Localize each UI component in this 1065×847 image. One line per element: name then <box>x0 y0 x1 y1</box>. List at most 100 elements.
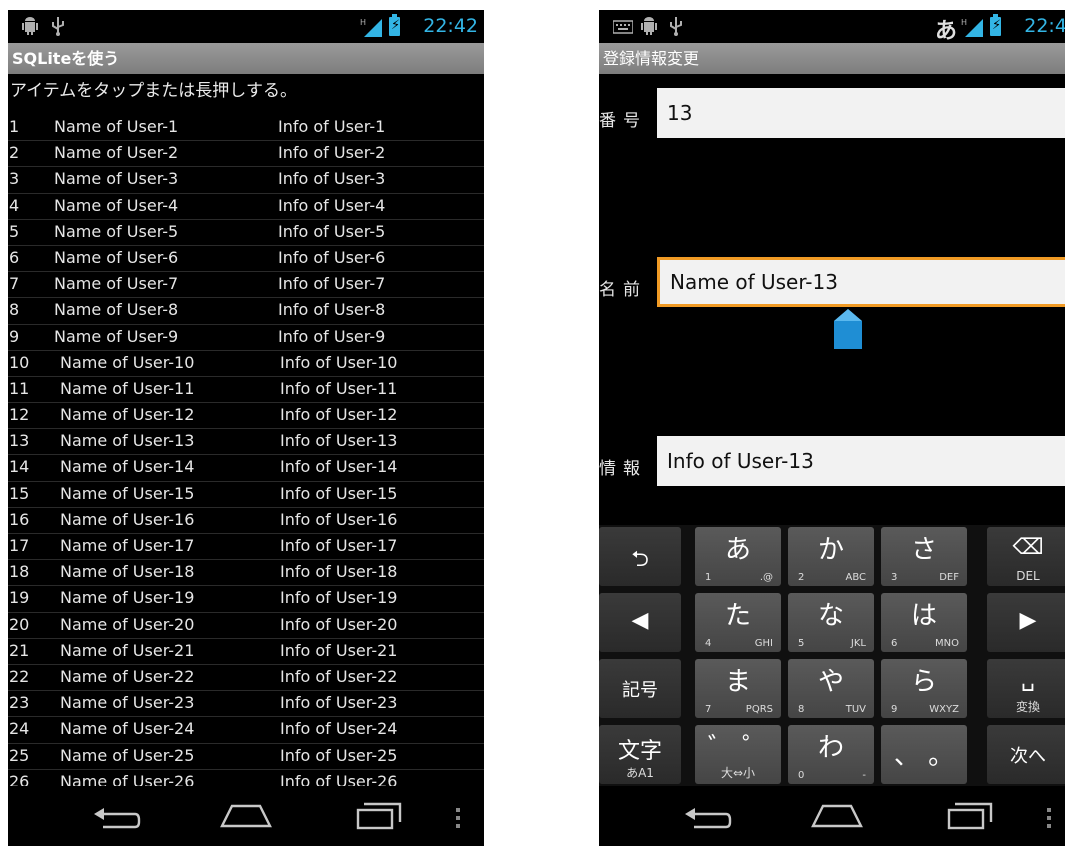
row-info: Info of User-21 <box>280 640 398 660</box>
app-title: SQLiteを使う <box>8 43 484 74</box>
key-na[interactable]: な 5 JKL <box>788 593 874 652</box>
list-item[interactable]: 14 Name of User-14 Info of User-14 <box>8 455 484 482</box>
row-info: Info of User-16 <box>280 509 398 529</box>
list-item[interactable]: 8 Name of User-8 Info of User-8 <box>8 298 484 325</box>
list-item[interactable]: 16 Name of User-16 Info of User-16 <box>8 508 484 534</box>
key-main: は <box>910 601 937 631</box>
back-icon[interactable] <box>91 800 141 836</box>
row-name: Name of User-8 <box>54 300 179 320</box>
row-info: Info of User-24 <box>280 719 398 739</box>
list-item[interactable]: 24 Name of User-24 Info of User-24 <box>8 717 484 744</box>
key-digit: 7 <box>705 704 712 715</box>
key-sa[interactable]: さ 3 DEF <box>881 527 967 586</box>
row-number: 17 <box>9 536 30 555</box>
key-label: 記号 <box>622 679 658 701</box>
key-ha[interactable]: は 6 MNO <box>881 593 967 652</box>
row-info: Info of User-9 <box>278 326 386 346</box>
list-item[interactable]: 10 Name of User-10 Info of User-10 <box>8 351 484 377</box>
list-item[interactable]: 2 Name of User-2 Info of User-2 <box>8 141 484 168</box>
row-name: Name of User-9 <box>54 326 179 346</box>
list-item[interactable]: 6 Name of User-6 Info of User-6 <box>8 246 484 273</box>
list-item[interactable]: 1 Name of User-1 Info of User-1 <box>8 115 484 142</box>
punctuation-key[interactable]: 、 。 <box>881 725 967 784</box>
key-letters: ABC <box>845 572 866 583</box>
key-label: 次へ <box>1010 745 1046 767</box>
ime-indicator: あ <box>934 19 957 44</box>
symbol-key[interactable]: 記号 <box>599 659 681 718</box>
recents-icon[interactable] <box>947 800 993 836</box>
home-icon[interactable] <box>811 800 863 836</box>
key-ya[interactable]: や 8 TUV <box>788 659 874 718</box>
key-digit: 3 <box>891 572 898 583</box>
row-info: Info of User-20 <box>280 614 398 634</box>
usb-icon <box>669 16 683 41</box>
text-cursor-handle[interactable] <box>832 309 864 349</box>
row-info: Info of User-19 <box>280 588 398 608</box>
list-item[interactable]: 9 Name of User-9 Info of User-9 <box>8 325 484 351</box>
recents-icon[interactable] <box>356 800 402 836</box>
undo-key[interactable]: ⮌ <box>599 527 681 586</box>
key-ra[interactable]: ら 9 WXYZ <box>881 659 967 718</box>
name-field[interactable]: Name of User-13 <box>657 257 1065 307</box>
list-item[interactable]: 19 Name of User-19 Info of User-19 <box>8 586 484 613</box>
next-key[interactable]: 次へ <box>987 725 1065 784</box>
list-item[interactable]: 23 Name of User-23 Info of User-23 <box>8 691 484 718</box>
key-sub: DEL <box>1016 569 1040 583</box>
row-name: Name of User-19 <box>60 588 195 608</box>
list-item[interactable]: 13 Name of User-13 Info of User-13 <box>8 429 484 456</box>
usb-icon <box>51 16 65 41</box>
list-item[interactable]: 25 Name of User-25 Info of User-25 <box>8 744 484 770</box>
list-item[interactable]: 3 Name of User-3 Info of User-3 <box>8 167 484 194</box>
row-info: Info of User-8 <box>278 300 386 320</box>
row-number: 20 <box>9 614 30 634</box>
row-number: 24 <box>9 719 30 739</box>
home-icon[interactable] <box>220 800 272 836</box>
info-label: 情報 <box>599 459 647 479</box>
info-field[interactable]: Info of User-13 <box>657 436 1065 486</box>
row-info: Info of User-13 <box>280 431 398 451</box>
list-item[interactable]: 20 Name of User-20 Info of User-20 <box>8 613 484 639</box>
list-item[interactable]: 15 Name of User-15 Info of User-15 <box>8 482 484 508</box>
row-info: Info of User-15 <box>280 483 398 503</box>
list-item[interactable]: 5 Name of User-5 Info of User-5 <box>8 220 484 246</box>
key-a[interactable]: あ 1 .@ <box>695 527 781 586</box>
key-main: ▶ <box>1019 608 1037 633</box>
mode-key[interactable]: 文字 あA1 <box>599 725 681 784</box>
list-item[interactable]: 17 Name of User-17 Info of User-17 <box>8 534 484 561</box>
list-item[interactable]: 21 Name of User-21 Info of User-21 <box>8 639 484 665</box>
row-name: Name of User-13 <box>60 431 195 451</box>
key-ma[interactable]: ま 7 PQRS <box>695 659 781 718</box>
list-item[interactable]: 22 Name of User-22 Info of User-22 <box>8 665 484 692</box>
row-name: Name of User-14 <box>60 457 195 477</box>
cursor-left-key[interactable]: ◀ <box>599 593 681 652</box>
row-info: Info of User-4 <box>278 195 386 215</box>
row-number: 6 <box>9 247 20 267</box>
key-main: わ <box>817 733 844 763</box>
list-item[interactable]: 12 Name of User-12 Info of User-12 <box>8 403 484 430</box>
key-wa[interactable]: わ 0 - <box>788 725 874 784</box>
svg-text:H: H <box>360 18 366 27</box>
key-main: ␣ <box>1021 667 1035 692</box>
dakuten-key[interactable]: ゛ ゜大⇔小 <box>695 725 781 784</box>
row-info: Info of User-17 <box>280 536 398 555</box>
delete-key[interactable]: ⌫ DEL <box>987 527 1065 586</box>
list-item[interactable]: 4 Name of User-4 Info of User-4 <box>8 194 484 220</box>
row-name: Name of User-17 <box>60 536 195 555</box>
convert-key[interactable]: ␣ 変換 <box>987 659 1065 718</box>
instruction-text: アイテムをタップまたは長押しする。 <box>10 81 297 101</box>
list-item[interactable]: 7 Name of User-7 Info of User-7 <box>8 272 484 299</box>
key-digit: 8 <box>798 704 805 715</box>
software-keyboard: ⮌ あ 1 .@ か 2 ABC さ 3 DEF ⌫ DEL ◀ た 4 GHI な 5 JKL は 6 MNO ▶ 記号 ま 7… <box>599 525 1065 789</box>
back-icon[interactable] <box>682 800 732 836</box>
key-ta[interactable]: た 4 GHI <box>695 593 781 652</box>
overflow-menu-icon[interactable] <box>1047 808 1051 832</box>
row-info: Info of User-6 <box>278 247 386 267</box>
list-item[interactable]: 18 Name of User-18 Info of User-18 <box>8 560 484 587</box>
key-ka[interactable]: か 2 ABC <box>788 527 874 586</box>
overflow-menu-icon[interactable] <box>456 808 460 832</box>
number-field[interactable]: 13 <box>657 88 1065 138</box>
clock: 22:42 <box>423 15 478 37</box>
list-item[interactable]: 11 Name of User-11 Info of User-11 <box>8 377 484 404</box>
cursor-right-key[interactable]: ▶ <box>987 593 1065 652</box>
key-main: 、 。 <box>893 741 955 771</box>
